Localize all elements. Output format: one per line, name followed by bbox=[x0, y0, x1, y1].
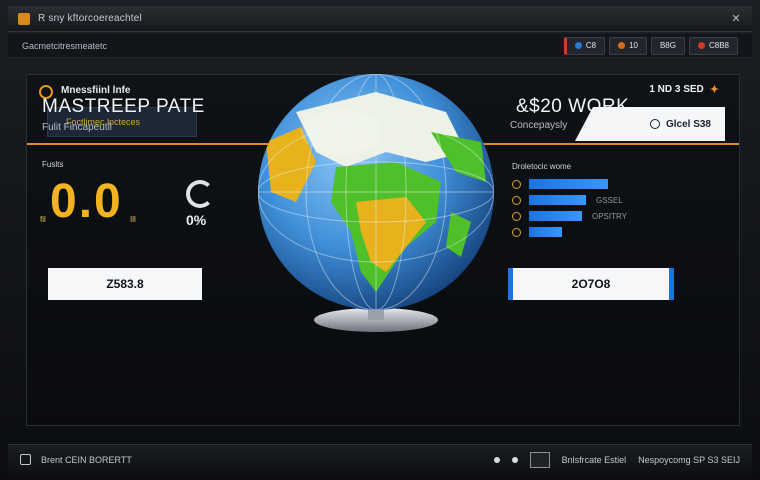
toolbar-button-2[interactable]: 10 bbox=[609, 36, 647, 55]
right-value-box[interactable]: 2O7O8 bbox=[508, 268, 674, 300]
left-heading: MASTREEP PATE bbox=[42, 96, 205, 117]
header-status: 1 ND 3 SED ✦ bbox=[649, 83, 719, 96]
toolbar-button-label: C8 bbox=[585, 41, 597, 50]
progress-row-2: GSSEL bbox=[512, 194, 623, 206]
gauge-icon bbox=[186, 180, 214, 208]
toolbar-button-1[interactable]: C8 bbox=[563, 36, 606, 55]
title-bar: R sny kftorcoereachtel ✕ bbox=[8, 6, 752, 32]
app-icon bbox=[18, 12, 30, 25]
progress-bar bbox=[529, 195, 586, 205]
header-card-label: Glcel S38 bbox=[665, 118, 711, 130]
left-value-box[interactable]: Z583.8 bbox=[48, 268, 202, 300]
globe-small-icon bbox=[649, 119, 660, 129]
status-dot-icon bbox=[574, 42, 582, 49]
window-title: R sny kftorcoereachtel bbox=[38, 13, 142, 24]
progress-bar bbox=[529, 211, 582, 221]
menu-bar: Gacmetcitresmeatetc C8 10 B8G C8B8 bbox=[8, 34, 752, 58]
right-subheading: Concepaysly bbox=[510, 120, 568, 131]
globe-svg bbox=[258, 74, 494, 332]
globe-illustration bbox=[256, 72, 496, 342]
bullet-icon bbox=[512, 227, 521, 237]
toolbar-buttons: C8 10 B8G C8B8 bbox=[563, 36, 738, 55]
bullet-icon bbox=[512, 195, 521, 205]
toolbar-button-label: B8G bbox=[659, 41, 676, 50]
brand-title: Mnessfiinl lnfe bbox=[61, 85, 131, 96]
progress-bar bbox=[529, 179, 608, 189]
bullet-icon bbox=[512, 179, 521, 189]
left-subheading: Fulit Fincapeutil bbox=[42, 122, 113, 133]
right-heading: &$20 WORK bbox=[516, 96, 630, 117]
toolbar-button-label: C8B8 bbox=[708, 41, 729, 50]
left-metric-label: Fuslts bbox=[42, 160, 64, 169]
status-left-text: Brent CEIN BORERTT bbox=[41, 454, 132, 465]
close-icon[interactable]: ✕ bbox=[730, 13, 742, 25]
indicator-dot-icon bbox=[511, 456, 518, 463]
menu-label[interactable]: Gacmetcitresmeatetc bbox=[22, 41, 107, 51]
header-status-text: 1 ND 3 SED bbox=[649, 84, 704, 95]
status-bar: Brent CEIN BORERTT Bnlsfrcate Estiel Nes… bbox=[8, 444, 752, 474]
metric-suffix: Ill bbox=[130, 215, 136, 224]
progress-bar bbox=[529, 227, 562, 237]
toolbar-button-label: 10 bbox=[629, 41, 638, 50]
document-icon bbox=[20, 454, 31, 465]
right-list-label: Droletocic wome bbox=[512, 162, 572, 171]
gauge-value: 0% bbox=[186, 212, 207, 228]
progress-row-4 bbox=[512, 226, 572, 238]
status-right-group: Bnlsfrcate Estiel Nespoycomg SP S3 SEIJ bbox=[493, 451, 740, 468]
progress-label: GSSEL bbox=[596, 195, 623, 205]
status-right-text-1: Bnlsfrcate Estiel bbox=[561, 454, 627, 465]
toolbar-button-4[interactable]: C8B8 bbox=[688, 36, 738, 55]
metric-prefix: fil bbox=[40, 215, 46, 224]
monitor-icon[interactable] bbox=[529, 451, 550, 468]
progress-label: OPSITRY bbox=[592, 211, 627, 221]
indicator-dot-icon bbox=[493, 456, 500, 463]
progress-row-1 bbox=[512, 178, 618, 190]
primary-metric-value: 0.0 bbox=[50, 175, 123, 228]
progress-row-3: OPSITRY bbox=[512, 210, 627, 222]
status-dot-icon bbox=[697, 42, 705, 49]
status-dot-icon bbox=[618, 42, 626, 49]
toolbar-button-3[interactable]: B8G bbox=[650, 36, 685, 55]
status-right-text-2: Nespoycomg SP S3 SEIJ bbox=[638, 454, 740, 465]
bullet-icon bbox=[512, 211, 521, 221]
flame-icon: ✦ bbox=[709, 84, 719, 96]
monitor-frame: R sny kftorcoereachtel ✕ Gacmetcitresmea… bbox=[0, 0, 760, 480]
